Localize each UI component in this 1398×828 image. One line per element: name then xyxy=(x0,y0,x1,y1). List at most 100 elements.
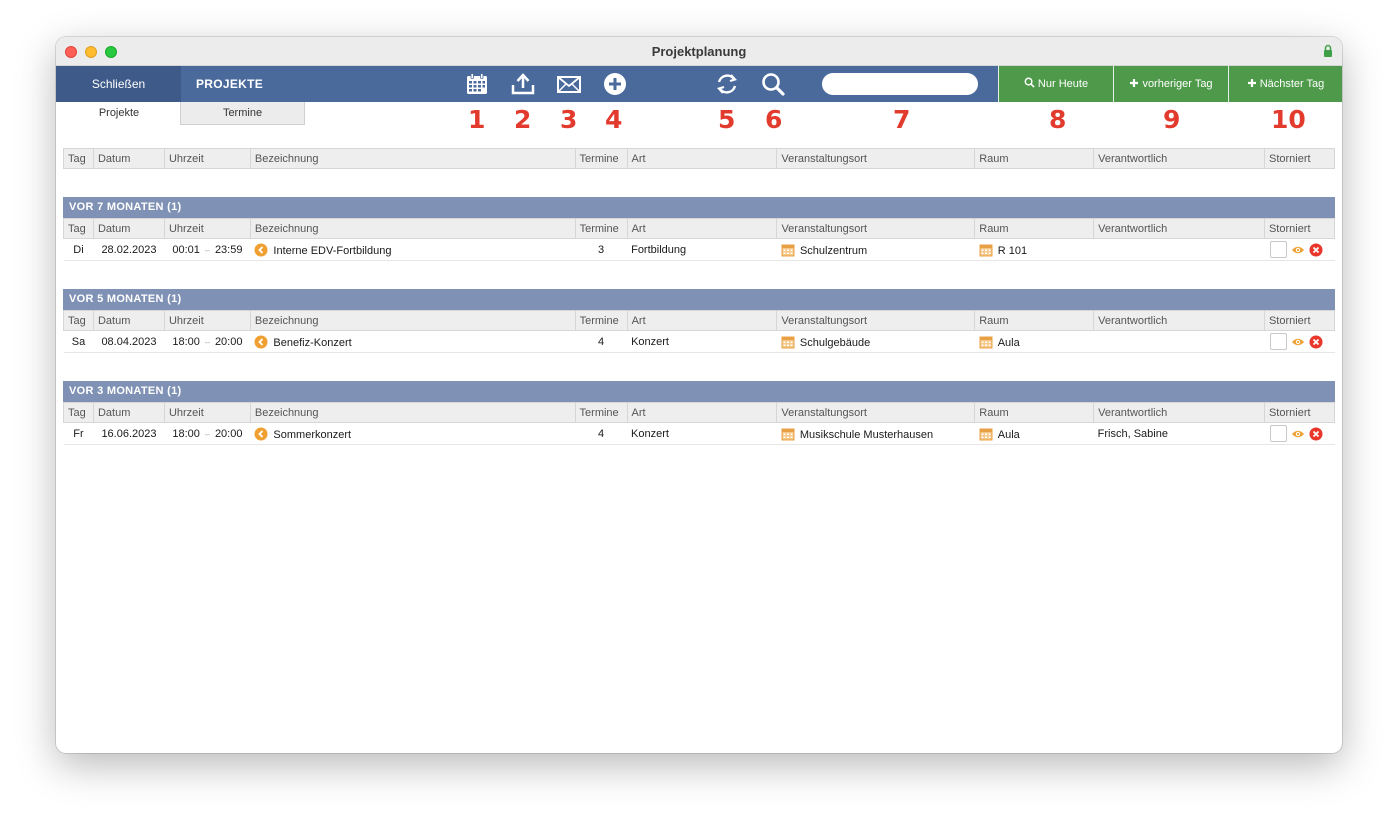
column-veranstaltungsort[interactable]: Veranstaltungsort xyxy=(776,218,976,239)
arrow-left-circle-icon[interactable] xyxy=(254,335,268,349)
remove-icon[interactable] xyxy=(1309,427,1323,441)
time-separator: – xyxy=(204,428,210,439)
column-termine[interactable]: Termine xyxy=(575,402,628,423)
column-art[interactable]: Art xyxy=(627,218,778,239)
cell-veranstaltungsort: Schulgebäude xyxy=(776,330,975,353)
cell-uhrzeit: 00:01–23:59 xyxy=(164,238,251,261)
column-veranstaltungsort[interactable]: Veranstaltungsort xyxy=(776,402,976,423)
cancelled-checkbox[interactable] xyxy=(1270,241,1288,258)
cell-storniert xyxy=(1264,330,1335,353)
plus-small-icon xyxy=(1130,79,1139,87)
eye-icon[interactable] xyxy=(1291,337,1305,347)
column-bezeichnung[interactable]: Bezeichnung xyxy=(250,218,576,239)
column-datum[interactable]: Datum xyxy=(93,402,165,423)
cancelled-checkbox[interactable] xyxy=(1270,425,1288,442)
calendar-small-icon[interactable] xyxy=(979,243,993,257)
mail-icon[interactable] xyxy=(556,71,582,97)
column-bezeichnung[interactable]: Bezeichnung xyxy=(250,148,576,169)
column-veranstaltungsort[interactable]: Veranstaltungsort xyxy=(776,148,976,169)
cancelled-checkbox[interactable] xyxy=(1270,333,1288,350)
column-art[interactable]: Art xyxy=(627,148,778,169)
column-storniert[interactable]: Storniert xyxy=(1264,402,1336,423)
column-datum[interactable]: Datum xyxy=(93,218,165,239)
close-button[interactable]: Schließen xyxy=(56,66,181,102)
tab-projekte[interactable]: Projekte xyxy=(57,102,181,125)
column-storniert[interactable]: Storniert xyxy=(1264,310,1336,331)
room-name: R 101 xyxy=(997,244,1028,257)
cell-art: Konzert xyxy=(627,330,777,353)
time-start: 18:00 xyxy=(172,427,200,440)
venue-name: Musikschule Musterhausen xyxy=(799,428,934,441)
column-raum[interactable]: Raum xyxy=(974,310,1095,331)
column-uhrzeit[interactable]: Uhrzeit xyxy=(164,218,251,239)
upload-icon[interactable] xyxy=(510,71,536,97)
cell-veranstaltungsort: Musikschule Musterhausen xyxy=(776,422,975,445)
column-datum[interactable]: Datum xyxy=(93,310,165,331)
eye-icon[interactable] xyxy=(1291,245,1305,255)
column-tag[interactable]: Tag xyxy=(63,402,94,423)
column-storniert[interactable]: Storniert xyxy=(1264,218,1336,239)
column-verantwortlich[interactable]: Verantwortlich xyxy=(1093,310,1265,331)
column-bezeichnung[interactable]: Bezeichnung xyxy=(250,402,576,423)
arrow-left-circle-icon[interactable] xyxy=(254,427,268,441)
time-end: 20:00 xyxy=(214,427,243,440)
column-uhrzeit[interactable]: Uhrzeit xyxy=(164,402,251,423)
main-toolbar: Schließen PROJEKTE Nur Heute vorheriger … xyxy=(56,66,1342,102)
group-header: VOR 5 MONATEN (1) xyxy=(63,289,1335,310)
column-veranstaltungsort[interactable]: Veranstaltungsort xyxy=(776,310,976,331)
plus-circle-icon[interactable] xyxy=(602,71,628,97)
annotation-number: 6 xyxy=(765,105,783,134)
eye-icon[interactable] xyxy=(1291,429,1305,439)
column-tag[interactable]: Tag xyxy=(63,310,94,331)
column-termine[interactable]: Termine xyxy=(575,310,628,331)
column-raum[interactable]: Raum xyxy=(974,148,1095,169)
column-uhrzeit[interactable]: Uhrzeit xyxy=(164,310,251,331)
table-row[interactable]: Di 28.02.2023 00:01–23:59 Interne EDV-Fortb… xyxy=(63,238,1335,261)
cell-raum: Aula xyxy=(974,330,1094,353)
time-separator: – xyxy=(204,244,210,255)
cell-datum: 16.06.2023 xyxy=(93,422,165,445)
group-header: VOR 3 MONATEN (1) xyxy=(63,381,1335,402)
calendar-small-icon[interactable] xyxy=(781,243,795,257)
calendar-small-icon[interactable] xyxy=(979,427,993,441)
column-bezeichnung[interactable]: Bezeichnung xyxy=(250,310,576,331)
calendar-small-icon[interactable] xyxy=(781,335,795,349)
column-storniert[interactable]: Storniert xyxy=(1264,148,1336,169)
cell-termine: 4 xyxy=(575,330,628,353)
column-verantwortlich[interactable]: Verantwortlich xyxy=(1093,218,1265,239)
tab-termine[interactable]: Termine xyxy=(180,102,305,125)
previous-day-button[interactable]: vorheriger Tag xyxy=(1113,66,1228,102)
column-raum[interactable]: Raum xyxy=(974,218,1095,239)
calendar-small-icon[interactable] xyxy=(781,427,795,441)
today-only-button[interactable]: Nur Heute xyxy=(998,66,1113,102)
remove-icon[interactable] xyxy=(1309,243,1323,257)
column-uhrzeit[interactable]: Uhrzeit xyxy=(164,148,251,169)
cell-uhrzeit: 18:00–20:00 xyxy=(164,422,251,445)
column-art[interactable]: Art xyxy=(627,402,778,423)
search-input[interactable] xyxy=(822,73,978,95)
annotation-number: 5 xyxy=(718,105,736,134)
refresh-icon[interactable] xyxy=(714,71,740,97)
column-verantwortlich[interactable]: Verantwortlich xyxy=(1093,148,1265,169)
column-verantwortlich[interactable]: Verantwortlich xyxy=(1093,402,1265,423)
next-day-button[interactable]: Nächster Tag xyxy=(1228,66,1342,102)
column-datum[interactable]: Datum xyxy=(93,148,165,169)
table-row[interactable]: Fr 16.06.2023 18:00–20:00 Sommerkonzert 4 Kon… xyxy=(63,422,1335,445)
table-row[interactable]: Sa 08.04.2023 18:00–20:00 Benefiz-Konzert 4 K… xyxy=(63,330,1335,353)
column-termine[interactable]: Termine xyxy=(575,148,628,169)
arrow-left-circle-icon[interactable] xyxy=(254,243,268,257)
calendar-small-icon[interactable] xyxy=(979,335,993,349)
cell-raum: R 101 xyxy=(974,238,1094,261)
column-termine[interactable]: Termine xyxy=(575,218,628,239)
annotation-number: 3 xyxy=(560,105,578,134)
column-tag[interactable]: Tag xyxy=(63,218,94,239)
column-raum[interactable]: Raum xyxy=(974,402,1095,423)
project-name: Benefiz-Konzert xyxy=(273,336,352,349)
group-header: VOR 7 MONATEN (1) xyxy=(63,197,1335,218)
calendar-icon[interactable] xyxy=(464,71,490,97)
column-art[interactable]: Art xyxy=(627,310,778,331)
remove-icon[interactable] xyxy=(1309,335,1323,349)
column-tag[interactable]: Tag xyxy=(63,148,94,169)
titlebar: Projektplanung xyxy=(56,37,1342,66)
search-icon[interactable] xyxy=(760,71,786,97)
